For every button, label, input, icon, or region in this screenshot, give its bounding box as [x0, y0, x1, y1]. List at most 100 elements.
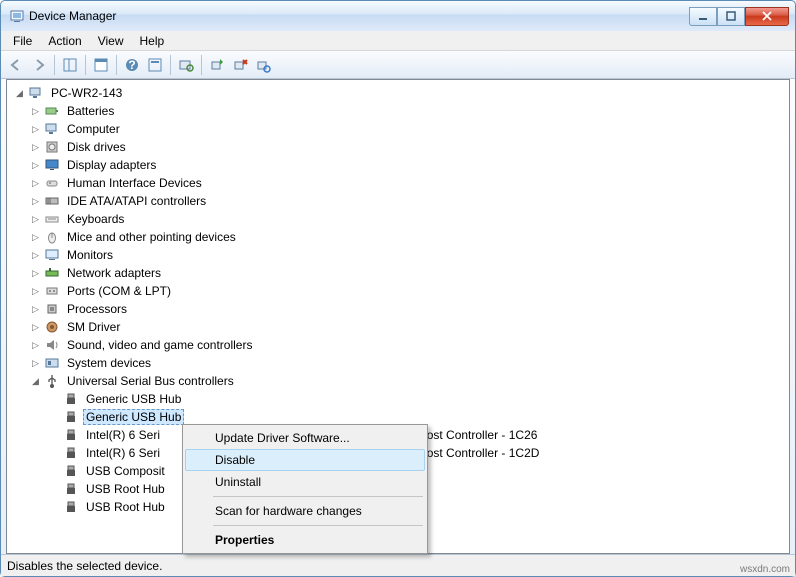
expand-toggle[interactable]: [46, 481, 63, 498]
tree-row[interactable]: ▷ Batteries: [9, 102, 787, 120]
disk-icon: [44, 139, 60, 155]
ctx-uninstall[interactable]: Uninstall: [185, 471, 425, 493]
tree-row[interactable]: ▷ Network adapters: [9, 264, 787, 282]
tree-label: Keyboards: [64, 211, 127, 227]
watermark: wsxdn.com: [740, 564, 790, 575]
driver-icon: [44, 319, 60, 335]
expand-toggle[interactable]: ▷: [27, 319, 44, 336]
menu-file[interactable]: File: [5, 32, 40, 50]
tree-label-tail: Host Controller - 1C26: [415, 427, 540, 443]
tree-row[interactable]: ▷ Disk drives: [9, 138, 787, 156]
expand-toggle[interactable]: ▷: [27, 229, 44, 246]
ctx-scan[interactable]: Scan for hardware changes: [185, 500, 425, 522]
expand-toggle[interactable]: [46, 463, 63, 480]
tree-row[interactable]: ▷ IDE ATA/ATAPI controllers: [9, 192, 787, 210]
tree-label: Batteries: [64, 103, 117, 119]
forward-button[interactable]: [28, 54, 50, 76]
ctx-update-driver[interactable]: Update Driver Software...: [185, 427, 425, 449]
tree-row[interactable]: ▷Computer: [9, 120, 787, 138]
tree-label: System devices: [64, 355, 154, 371]
tree-label: USB Root Hub: [83, 499, 168, 515]
update-driver-button[interactable]: [206, 54, 228, 76]
expand-toggle[interactable]: ▷: [27, 175, 44, 192]
help-button[interactable]: ?: [121, 54, 143, 76]
maximize-button[interactable]: [717, 7, 745, 26]
tree-row[interactable]: ▷ Mice and other pointing devices: [9, 228, 787, 246]
sound-icon: [44, 337, 60, 353]
tree-row[interactable]: ▷ Ports (COM & LPT): [9, 282, 787, 300]
titlebar[interactable]: Device Manager: [1, 1, 795, 31]
expand-toggle[interactable]: ▷: [27, 121, 44, 138]
tree-label: USB Composit: [83, 463, 168, 479]
tree-row[interactable]: ▷ Keyboards: [9, 210, 787, 228]
uninstall-button[interactable]: [252, 54, 274, 76]
network-icon: [44, 265, 60, 281]
tree-label: Processors: [64, 301, 130, 317]
tree-row[interactable]: ▷Sound, video and game controllers: [9, 336, 787, 354]
port-icon: [44, 283, 60, 299]
expand-toggle[interactable]: [46, 391, 63, 408]
keyboard-icon: [44, 211, 60, 227]
usb-device-icon: [63, 445, 79, 461]
expand-toggle[interactable]: ▷: [27, 157, 44, 174]
status-bar: Disables the selected device.: [1, 554, 795, 576]
tree-label: SM Driver: [64, 319, 123, 335]
context-menu: Update Driver Software... Disable Uninst…: [182, 424, 428, 554]
action-button[interactable]: [144, 54, 166, 76]
tree-label: Ports (COM & LPT): [64, 283, 174, 299]
tree-label: Universal Serial Bus controllers: [64, 373, 237, 389]
back-button[interactable]: [5, 54, 27, 76]
ctx-properties[interactable]: Properties: [185, 529, 425, 551]
tree-label: Generic USB Hub: [83, 409, 184, 425]
expand-toggle[interactable]: [46, 499, 63, 516]
expand-toggle[interactable]: ▷: [27, 337, 44, 354]
expand-toggle[interactable]: [46, 409, 63, 426]
disable-button[interactable]: [229, 54, 251, 76]
menu-action[interactable]: Action: [40, 32, 89, 50]
tree-row[interactable]: ▷ System devices: [9, 354, 787, 372]
menu-view[interactable]: View: [90, 32, 132, 50]
properties-button[interactable]: [90, 54, 112, 76]
tree-label: Network adapters: [64, 265, 164, 281]
expand-toggle[interactable]: ▷: [27, 283, 44, 300]
ctx-disable[interactable]: Disable: [185, 449, 425, 471]
tree-label: Mice and other pointing devices: [64, 229, 239, 245]
tree-row[interactable]: ▷ SM Driver: [9, 318, 787, 336]
expand-toggle[interactable]: ▷: [27, 103, 44, 120]
expand-toggle[interactable]: ▷: [27, 139, 44, 156]
tree-row[interactable]: Generic USB Hub: [9, 390, 787, 408]
expand-toggle[interactable]: ◢: [27, 373, 44, 390]
tree-label: IDE ATA/ATAPI controllers: [64, 193, 209, 209]
tree-label: PC-WR2-143: [48, 85, 125, 101]
monitor-icon: [44, 247, 60, 263]
close-button[interactable]: [745, 7, 789, 26]
tree-row[interactable]: ◢ PC-WR2-143: [9, 84, 787, 102]
tree-row[interactable]: ▷ Monitors: [9, 246, 787, 264]
app-icon: [9, 8, 25, 24]
show-hide-tree-button[interactable]: [59, 54, 81, 76]
expand-toggle[interactable]: [46, 427, 63, 444]
tree-label: USB Root Hub: [83, 481, 168, 497]
expand-toggle[interactable]: [46, 445, 63, 462]
tree-label: Monitors: [64, 247, 116, 263]
tree-row[interactable]: ▷ Processors: [9, 300, 787, 318]
tree-row[interactable]: ◢ Universal Serial Bus controllers: [9, 372, 787, 390]
menu-help[interactable]: Help: [132, 32, 173, 50]
usb-device-icon: [63, 499, 79, 515]
tree-label: Disk drives: [64, 139, 129, 155]
tree-row[interactable]: ▷Human Interface Devices: [9, 174, 787, 192]
expand-toggle[interactable]: ▷: [27, 265, 44, 282]
tree-row[interactable]: ▷Display adapters: [9, 156, 787, 174]
status-text: Disables the selected device.: [7, 559, 162, 573]
scan-button[interactable]: [175, 54, 197, 76]
expand-toggle[interactable]: ▷: [27, 247, 44, 264]
expand-toggle[interactable]: ◢: [11, 85, 28, 102]
computer-icon: [28, 85, 44, 101]
hid-icon: [44, 175, 60, 191]
minimize-button[interactable]: [689, 7, 717, 26]
expand-toggle[interactable]: ▷: [27, 301, 44, 318]
expand-toggle[interactable]: ▷: [27, 355, 44, 372]
usb-device-icon: [63, 481, 79, 497]
expand-toggle[interactable]: ▷: [27, 193, 44, 210]
expand-toggle[interactable]: ▷: [27, 211, 44, 228]
